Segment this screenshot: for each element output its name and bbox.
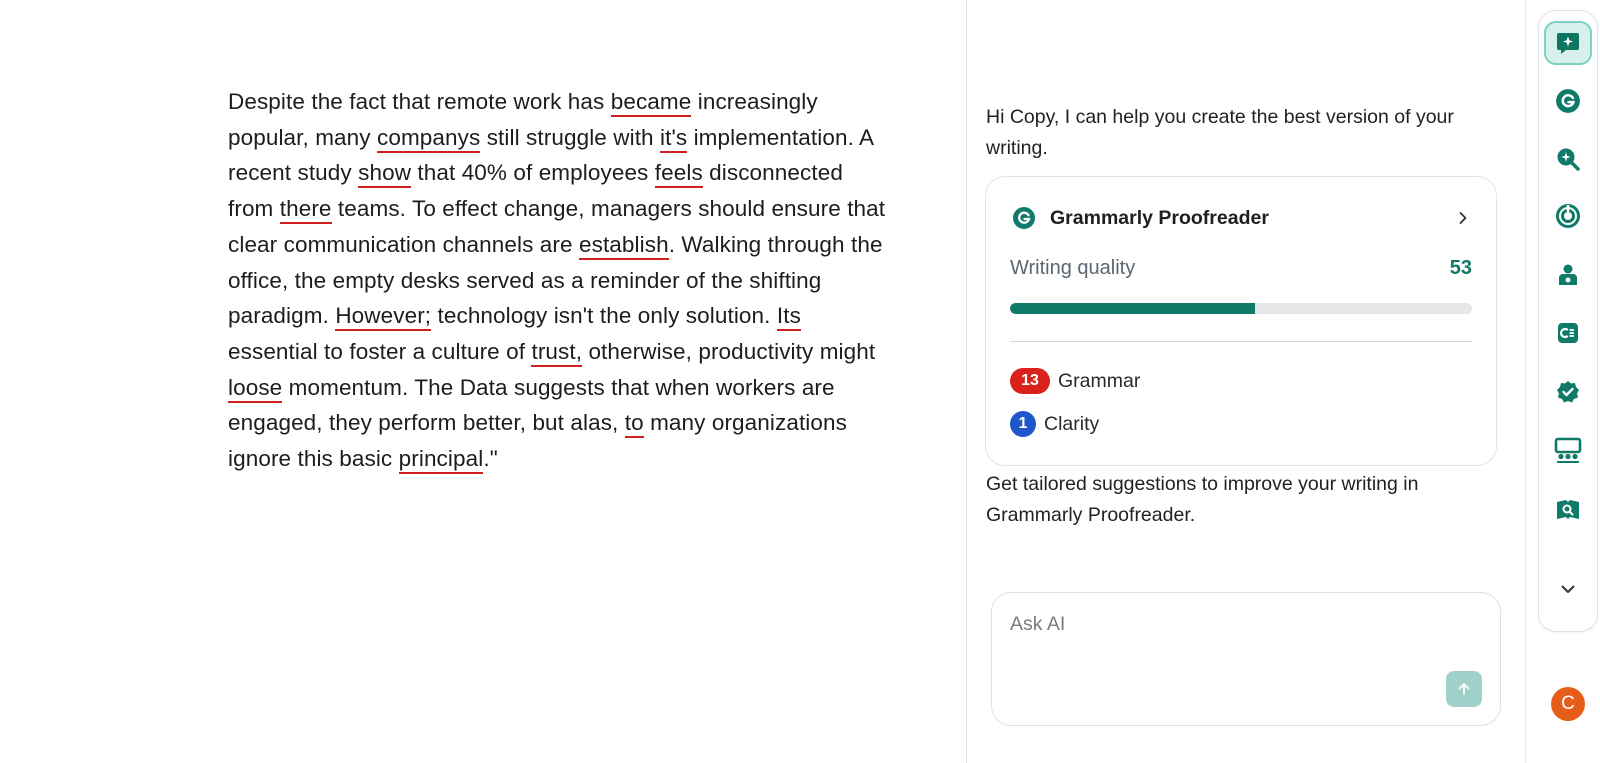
chevron-down-icon[interactable] xyxy=(1553,574,1583,604)
grammarly-logo-icon xyxy=(1013,207,1035,229)
rail-divider xyxy=(1525,0,1526,763)
writing-quality-bar xyxy=(1010,303,1472,314)
ask-ai-box[interactable] xyxy=(991,592,1501,726)
grammarly-icon[interactable] xyxy=(1553,86,1583,116)
proofreader-card-header[interactable]: Grammarly Proofreader xyxy=(1012,203,1470,233)
flagged-word[interactable]: trust, xyxy=(531,338,583,367)
text-run: otherwise, productivity might xyxy=(582,338,876,364)
grammar-count-badge: 13 xyxy=(1010,368,1050,394)
clarity-count-badge: 1 xyxy=(1010,411,1036,437)
text-run: Despite the fact that remote work has xyxy=(228,89,611,114)
tailored-suggestions-text: Get tailored suggestions to improve your… xyxy=(986,473,1419,526)
flagged-word[interactable]: became xyxy=(610,89,692,117)
grammar-issues-row[interactable]: 13 Grammar xyxy=(1010,367,1140,395)
magic-search-icon[interactable] xyxy=(1553,144,1583,174)
writing-quality-row: Writing quality 53 xyxy=(1010,257,1472,280)
text-run: that 40% of employees xyxy=(411,160,655,186)
writing-quality-bar-fill xyxy=(1010,303,1255,314)
text-run: still struggle with xyxy=(480,124,661,150)
user-avatar[interactable]: C xyxy=(1551,687,1585,721)
proofreader-card[interactable]: Grammarly Proofreader Writing quality 53… xyxy=(985,176,1497,466)
grammar-label: Grammar xyxy=(1058,369,1141,392)
greeting-text: Hi Copy, I can help you create the best … xyxy=(986,106,1454,159)
detector-icon[interactable] xyxy=(1553,201,1583,231)
flagged-word[interactable]: companys xyxy=(377,124,481,153)
flagged-word[interactable]: show xyxy=(358,160,412,189)
card-separator xyxy=(1010,341,1472,342)
chevron-right-icon xyxy=(1459,212,1467,224)
flagged-word[interactable]: principal xyxy=(398,446,484,475)
flagged-word[interactable]: loose xyxy=(228,374,283,403)
proofreader-title: Grammarly Proofreader xyxy=(1050,206,1269,229)
ask-ai-input[interactable] xyxy=(1010,613,1430,636)
document-editor[interactable]: Despite the fact that remote work has be… xyxy=(0,0,966,763)
flagged-word[interactable]: it's xyxy=(660,124,688,153)
writing-quality-score: 53 xyxy=(1449,257,1472,279)
flagged-word[interactable]: However; xyxy=(335,303,432,332)
verified-icon[interactable] xyxy=(1553,377,1583,407)
text-run: ." xyxy=(483,446,498,472)
flagged-word[interactable]: to xyxy=(624,410,644,439)
assistant-panel: Hi Copy, I can help you create the best … xyxy=(967,0,1525,763)
writing-quality-label: Writing quality xyxy=(1010,257,1136,279)
reader-icon[interactable] xyxy=(1553,260,1583,290)
tool-rail xyxy=(1538,10,1598,632)
arrow-up-icon xyxy=(1458,683,1470,695)
clarity-label: Clarity xyxy=(1044,412,1100,435)
audience-icon[interactable] xyxy=(1553,435,1583,465)
flagged-word[interactable]: Its xyxy=(776,303,801,332)
flagged-word[interactable]: there xyxy=(279,196,332,225)
flagged-word[interactable]: feels xyxy=(654,160,703,189)
ai-chat-icon[interactable] xyxy=(1544,21,1592,65)
text-run: technology isn't the only solution. xyxy=(431,303,777,329)
citation-icon[interactable] xyxy=(1553,318,1583,348)
document-text[interactable]: Despite the fact that remote work has be… xyxy=(228,84,888,477)
text-run: essential to foster a culture of xyxy=(228,338,532,364)
clarity-issues-row[interactable]: 1 Clarity xyxy=(1010,410,1099,438)
send-button[interactable] xyxy=(1446,671,1482,707)
book-search-icon[interactable] xyxy=(1553,495,1583,525)
flagged-word[interactable]: establish xyxy=(578,231,669,260)
